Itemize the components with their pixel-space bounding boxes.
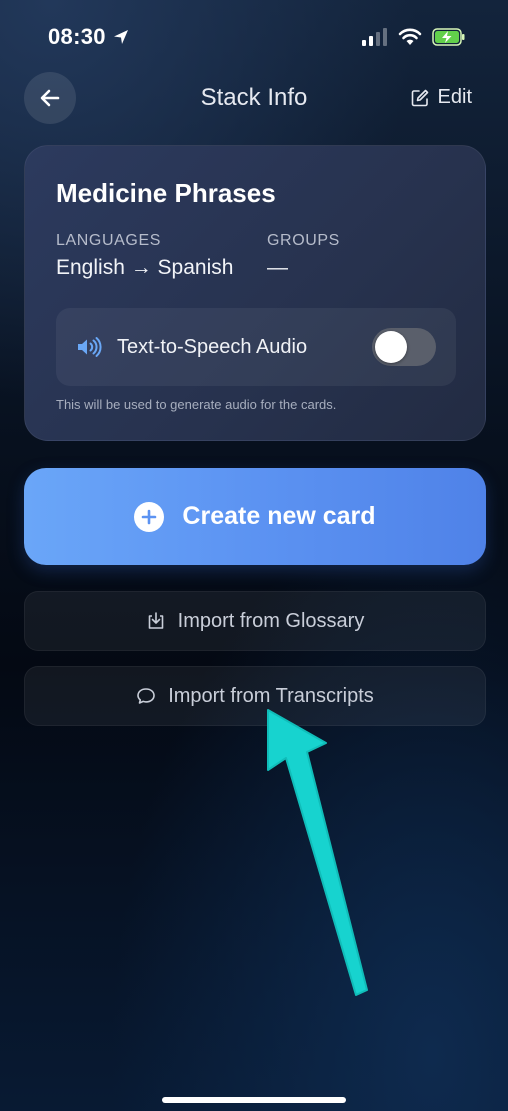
annotation-arrow: [267, 709, 368, 996]
home-indicator: [162, 1097, 346, 1103]
